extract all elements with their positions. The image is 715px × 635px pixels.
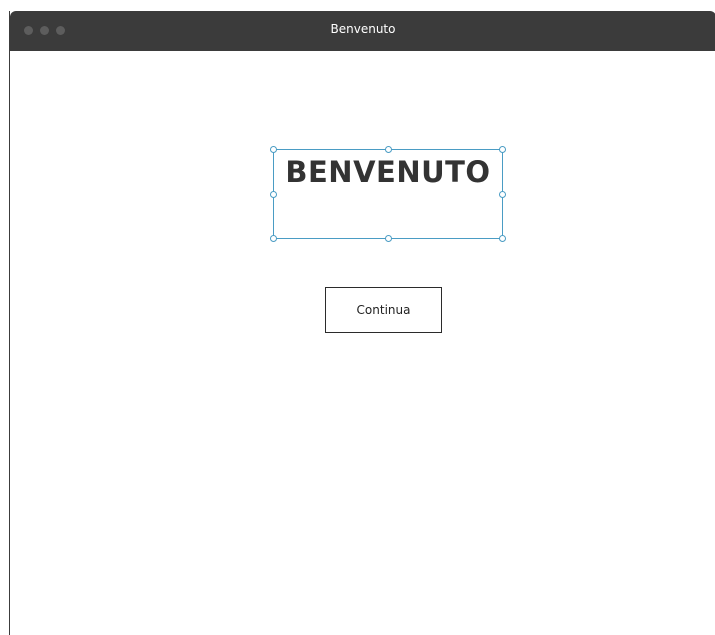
resize-handle-bottom-left-icon[interactable] (270, 235, 277, 242)
resize-handle-bottom-icon[interactable] (385, 235, 392, 242)
resize-handle-top-right-icon[interactable] (499, 146, 506, 153)
resize-handle-top-icon[interactable] (385, 146, 392, 153)
resize-handle-bottom-right-icon[interactable] (499, 235, 506, 242)
resize-handle-left-icon[interactable] (270, 191, 277, 198)
title-bar[interactable]: Benvenuto (10, 11, 715, 51)
main-content: BENVENUTO Continua (10, 51, 715, 635)
window-title: Benvenuto (330, 22, 396, 36)
app-window: Benvenuto BENVENUTO Continua (9, 11, 715, 635)
welcome-heading[interactable]: BENVENUTO (274, 155, 502, 189)
selected-heading-box[interactable]: BENVENUTO (270, 146, 506, 242)
continue-button[interactable]: Continua (325, 287, 442, 333)
resize-handle-right-icon[interactable] (499, 191, 506, 198)
resize-handle-top-left-icon[interactable] (270, 146, 277, 153)
